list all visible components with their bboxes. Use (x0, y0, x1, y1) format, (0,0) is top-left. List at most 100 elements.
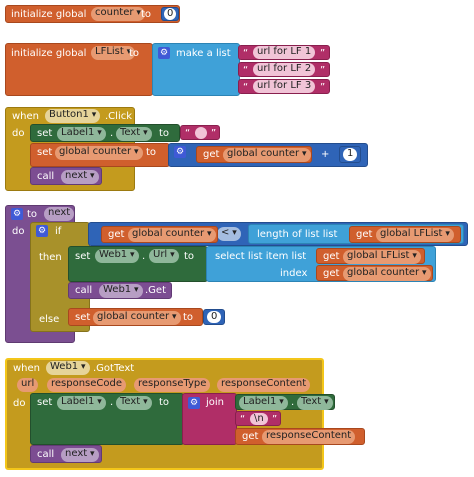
call-next-block[interactable]: call next (30, 445, 102, 463)
make-a-list-block[interactable]: ⚙ make a list (152, 43, 240, 96)
get-label: get (242, 431, 259, 442)
get-responsecontent-block[interactable]: get responseContent (235, 428, 365, 445)
var-global-lflist[interactable]: global LFList (376, 228, 454, 242)
number-value[interactable]: 0 (207, 311, 222, 323)
component-label1[interactable]: Label1 (57, 127, 106, 141)
to-label: to (159, 128, 170, 139)
property-text[interactable]: Text (116, 396, 152, 410)
mutator-gear-icon[interactable]: ⚙ (36, 225, 48, 237)
mutator-gear-icon[interactable]: ⚙ (188, 397, 200, 409)
initialize-global-label: initialize global (11, 9, 87, 20)
set-global-counter-block[interactable]: set global counter to (68, 308, 203, 326)
component-label1[interactable]: Label1 (57, 396, 106, 410)
get-global-counter-block[interactable]: get global counter (101, 226, 218, 243)
var-global-counter[interactable]: global counter (55, 146, 143, 160)
close-quote: ” (320, 82, 326, 93)
get-label: get (108, 229, 125, 240)
text-item-1[interactable]: “ url for LF 1 ” (238, 45, 330, 60)
set-label: set (75, 251, 91, 262)
compare-op-lt[interactable]: < (217, 227, 241, 241)
open-quote: “ (243, 48, 249, 59)
label1-text-getter[interactable]: Label1 . Text (235, 394, 335, 410)
to-label: to (27, 209, 38, 220)
var-global-counter[interactable]: global counter (93, 311, 181, 325)
number-value[interactable]: 0 (164, 8, 177, 20)
do-label: do (12, 226, 25, 237)
number-block[interactable]: 0 (161, 7, 179, 21)
join-block[interactable]: ⚙ join (182, 393, 237, 445)
component-label1[interactable]: Label1 (239, 396, 288, 410)
open-quote: “ (243, 65, 249, 76)
component-web1[interactable]: Web1 (95, 249, 139, 263)
param-responsecontent[interactable]: responseContent (217, 378, 311, 392)
var-name-counter[interactable]: counter (91, 7, 145, 21)
var-global-counter[interactable]: global counter (223, 148, 311, 162)
get-label: get (356, 229, 373, 240)
number-zero-block[interactable]: 0 (203, 309, 225, 325)
text-value[interactable]: url for LF 2 (253, 63, 316, 76)
set-label1-text-block[interactable]: set Label1 . Text to (30, 393, 184, 445)
property-text[interactable]: Text (297, 396, 333, 410)
procedure-next[interactable]: next (61, 448, 99, 462)
init-lflist-block[interactable]: initialize global LFList to (5, 43, 153, 96)
newline-text-block[interactable]: “ \n ” (235, 411, 281, 426)
dot-get-label: .Get (145, 285, 167, 296)
component-button1[interactable]: Button1 (45, 109, 101, 123)
property-url[interactable]: Url (149, 249, 179, 263)
var-responsecontent[interactable]: responseContent (262, 430, 356, 444)
get-label: get (323, 268, 340, 279)
init-counter-block[interactable]: initialize global counter to 0 (5, 5, 180, 23)
plus-label: + (321, 149, 330, 160)
text-value[interactable] (195, 127, 207, 139)
if-label: if (55, 226, 62, 237)
close-quote: ” (211, 128, 217, 139)
var-global-lflist[interactable]: global LFList (343, 250, 421, 264)
get-global-lflist-block[interactable]: get global LFList (349, 226, 461, 243)
get-label: get (203, 149, 220, 160)
procedure-name-next[interactable]: next (44, 207, 75, 221)
mutator-gear-icon[interactable]: ⚙ (158, 47, 170, 59)
initialize-global-label: initialize global (11, 48, 87, 59)
text-value[interactable]: \n (250, 413, 268, 425)
set-label: set (37, 128, 53, 139)
text-item-2[interactable]: “ url for LF 2 ” (238, 62, 330, 77)
text-item-3[interactable]: “ url for LF 3 ” (238, 79, 330, 94)
set-label: set (75, 312, 91, 323)
component-web1[interactable]: Web1 (99, 284, 143, 298)
get-global-counter-block[interactable]: get global counter (316, 265, 433, 281)
mutator-gear-icon[interactable]: ⚙ (11, 208, 23, 220)
open-quote: “ (240, 414, 246, 425)
text-value[interactable]: url for LF 1 (253, 46, 316, 59)
make-a-list-label: make a list (176, 48, 231, 59)
get-global-counter-block[interactable]: get global counter (196, 146, 312, 163)
var-global-counter[interactable]: global counter (343, 267, 431, 281)
param-responsetype[interactable]: responseType (134, 378, 211, 392)
index-label: index (280, 268, 308, 279)
number-one-block[interactable]: 1 (339, 146, 361, 163)
close-quote: ” (320, 65, 326, 76)
property-text[interactable]: Text (116, 127, 152, 141)
component-web1[interactable]: Web1 (46, 361, 90, 375)
to-label: to (146, 147, 157, 158)
dot-label: . (110, 128, 114, 139)
number-value[interactable]: 1 (343, 148, 358, 161)
param-url[interactable]: url (17, 378, 39, 392)
get-label: get (323, 251, 340, 262)
empty-text-block[interactable]: “ ” (180, 125, 220, 140)
procedure-next[interactable]: next (61, 170, 99, 184)
mutator-gear-icon[interactable]: ⚙ (174, 146, 186, 158)
open-quote: “ (243, 82, 249, 93)
dot-label: . (142, 251, 146, 262)
join-label: join (206, 397, 225, 408)
close-quote: ” (320, 48, 326, 59)
set-global-counter-block[interactable]: set global counter to (30, 143, 170, 167)
call-label: call (75, 285, 93, 296)
set-web1-url-block[interactable]: set Web1 . Url to (68, 246, 208, 282)
param-responsecode[interactable]: responseCode (47, 378, 127, 392)
get-global-lflist-block[interactable]: get global LFList (316, 248, 425, 264)
text-value[interactable]: url for LF 3 (253, 80, 316, 93)
call-next-block[interactable]: call next (30, 167, 102, 185)
call-web1-get-block[interactable]: call Web1 .Get (68, 282, 172, 299)
var-global-counter[interactable]: global counter (128, 228, 216, 242)
set-label1-text-block[interactable]: set Label1 . Text to (30, 124, 180, 142)
